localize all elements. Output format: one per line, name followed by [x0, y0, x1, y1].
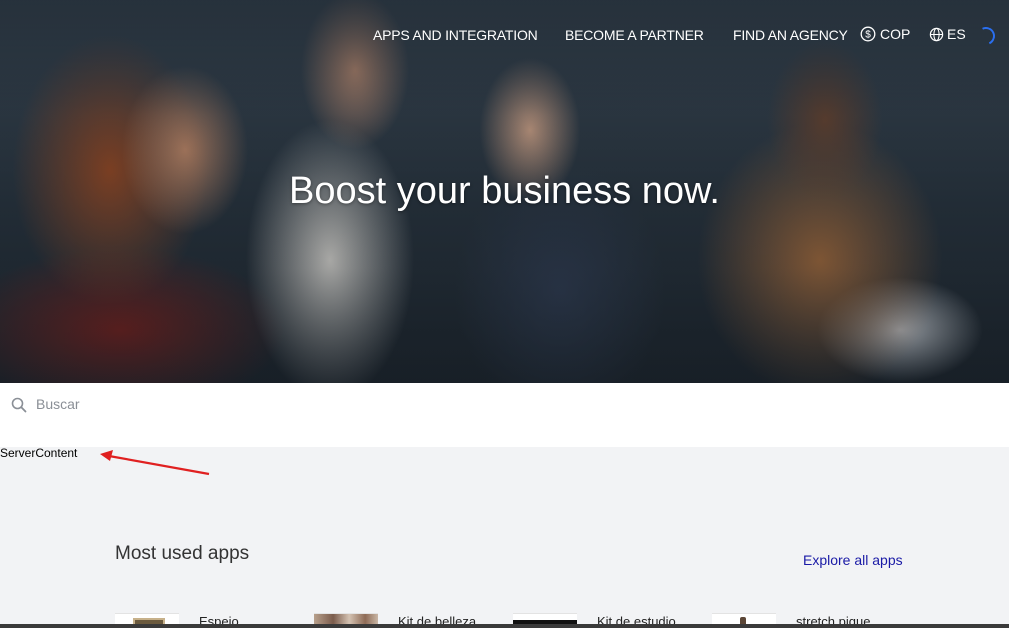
nav-find-an-agency[interactable]: FIND AN AGENCY	[733, 27, 848, 43]
currency-icon: $	[860, 26, 876, 42]
server-content-label: ServerContent	[0, 446, 78, 460]
bottom-edge	[0, 624, 1009, 628]
language-selector[interactable]: ES	[929, 26, 966, 42]
search-bar	[0, 383, 1009, 447]
explore-all-apps-link[interactable]: Explore all apps	[803, 552, 903, 568]
nav-apps-and-integration[interactable]: APPS AND INTEGRATION	[373, 27, 538, 43]
most-used-apps-title: Most used apps	[115, 543, 250, 564]
nav-become-a-partner[interactable]: BECOME A PARTNER	[565, 27, 704, 43]
currency-label: COP	[880, 26, 911, 42]
search-input[interactable]	[36, 393, 936, 415]
hero-title: Boost your business now.	[289, 170, 720, 212]
globe-icon	[929, 27, 944, 41]
annotation-arrow-icon	[100, 450, 210, 476]
hero-banner: Boost your business now.	[0, 0, 1009, 383]
language-label: ES	[947, 26, 966, 42]
svg-text:$: $	[865, 30, 871, 41]
search-icon	[11, 397, 27, 413]
currency-selector[interactable]: $ COP	[860, 26, 910, 42]
